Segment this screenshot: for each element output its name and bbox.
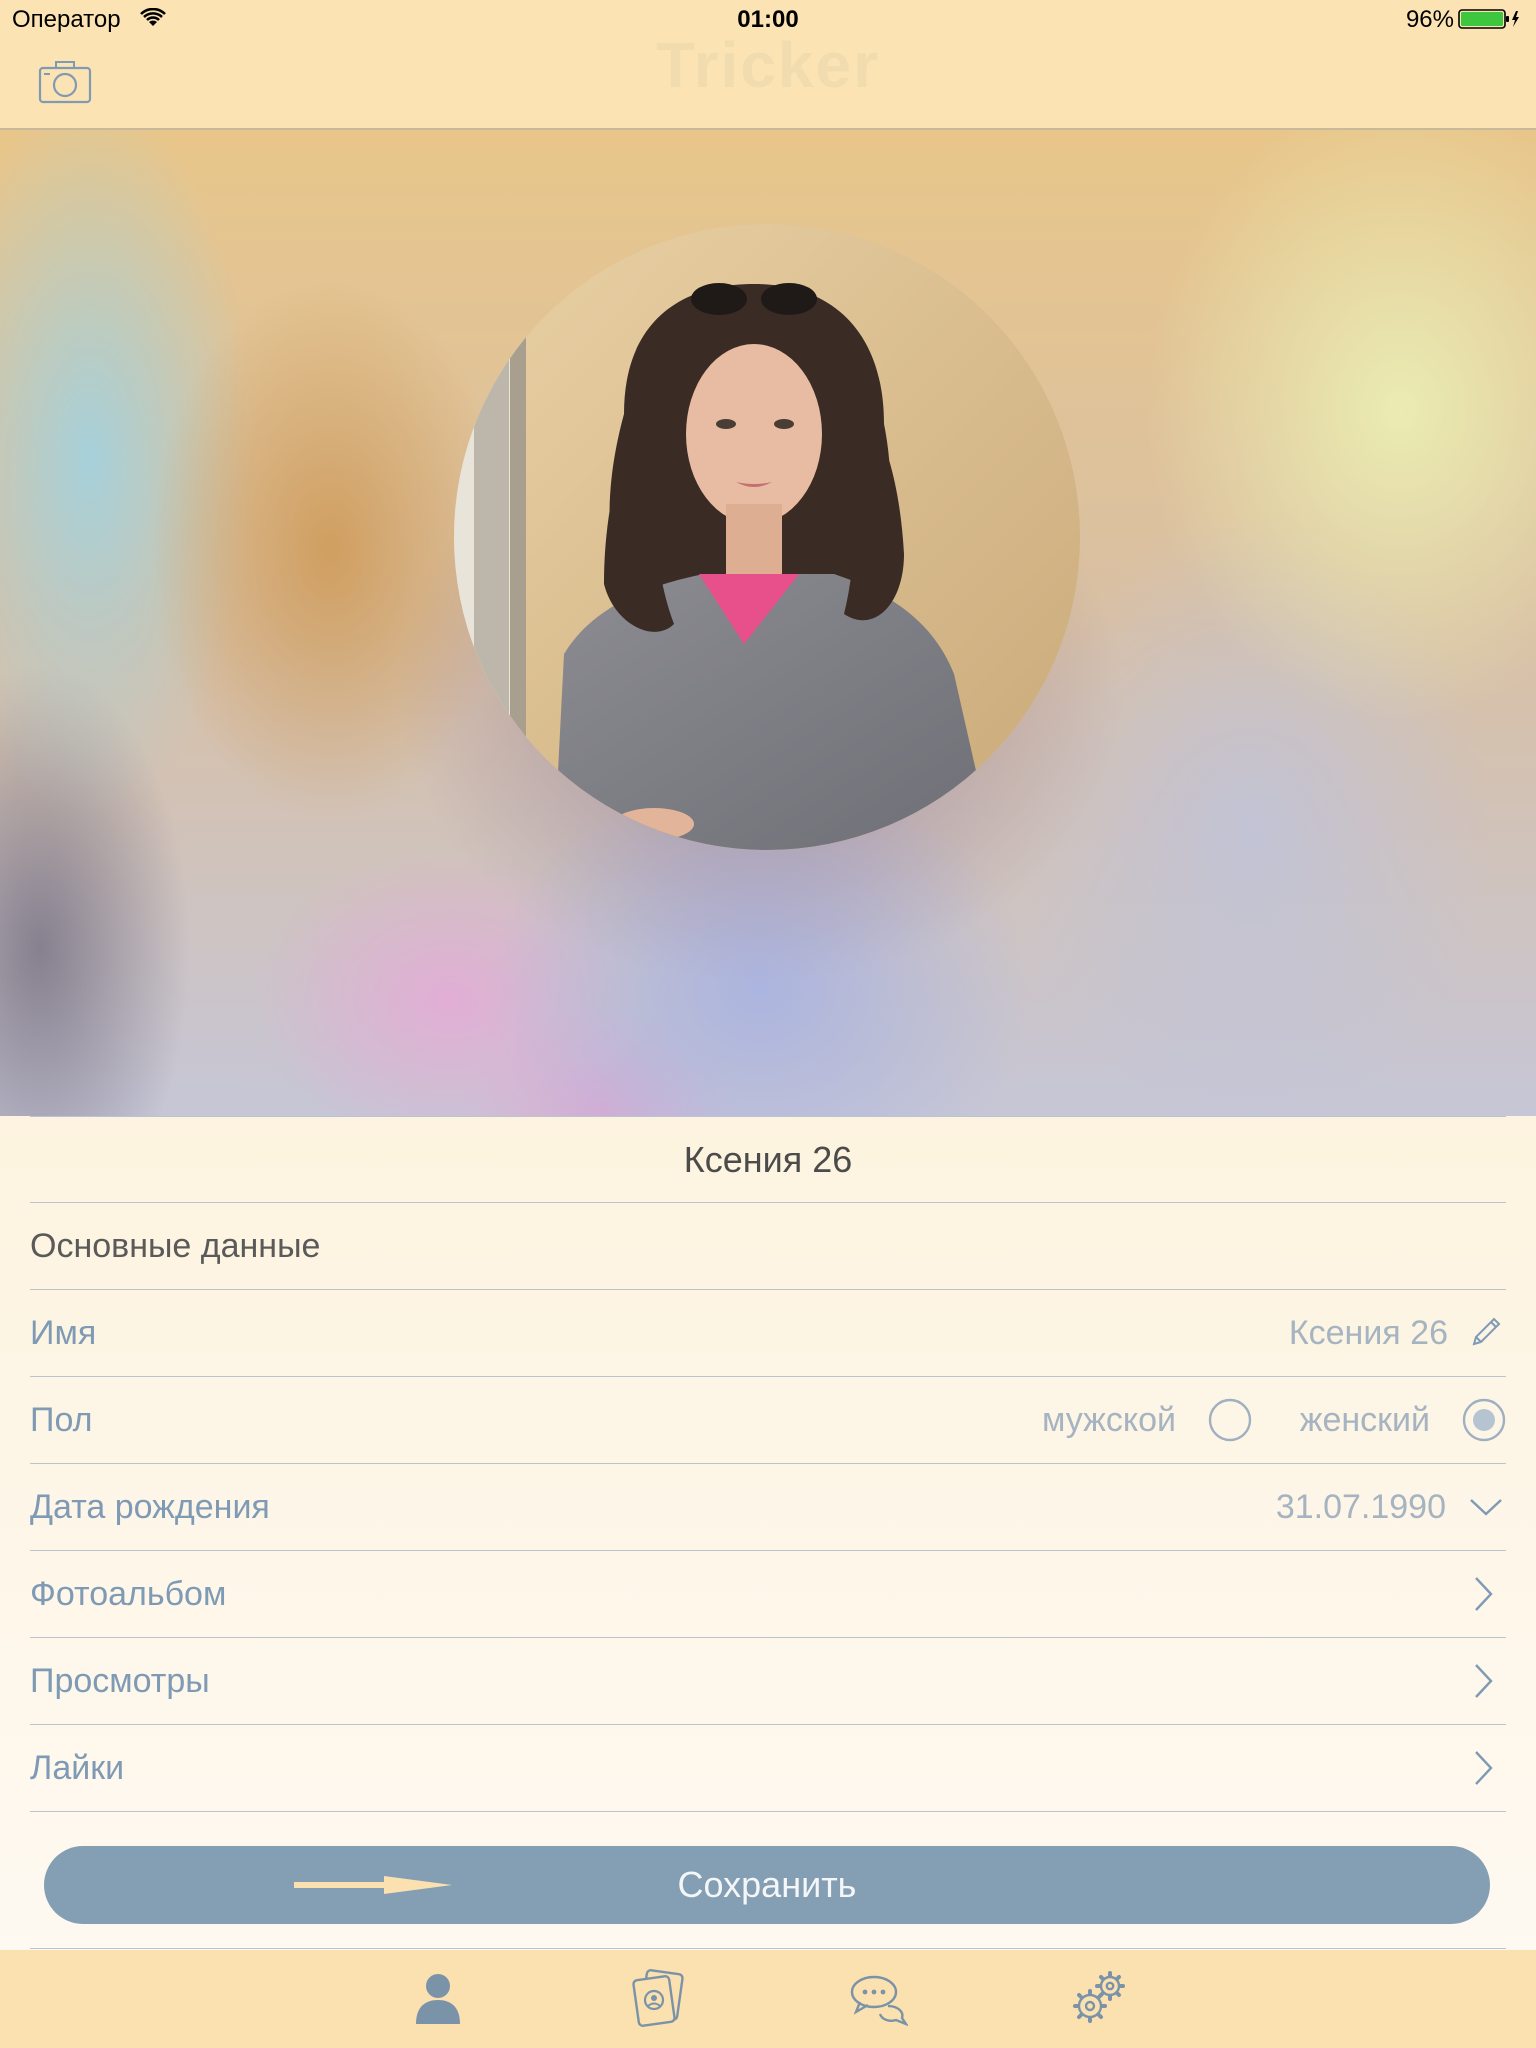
gender-row: Пол мужской женский — [30, 1377, 1506, 1464]
divider — [30, 1948, 1506, 1949]
person-icon — [416, 1974, 460, 2024]
save-button[interactable]: Сохранить — [44, 1846, 1490, 1924]
birth-date-row[interactable]: Дата рождения 31.07.1990 — [30, 1464, 1506, 1551]
radio-female[interactable] — [1462, 1398, 1506, 1442]
gender-label: Пол — [30, 1401, 93, 1439]
avatar[interactable] — [454, 224, 1080, 850]
profile-hero — [0, 130, 1536, 1116]
battery-icon — [1458, 9, 1519, 29]
radio-male[interactable] — [1208, 1398, 1252, 1442]
tab-settings[interactable] — [1068, 1968, 1128, 2028]
tab-bar — [0, 1950, 1536, 2048]
likes-label: Лайки — [30, 1749, 125, 1787]
chevron-right-icon — [1475, 1577, 1493, 1611]
pencil-icon[interactable] — [1468, 1314, 1504, 1350]
section-header: Основные данные — [30, 1227, 321, 1265]
tab-chat[interactable] — [848, 1968, 908, 2028]
chat-bubbles-icon — [850, 1975, 908, 2027]
birth-date-value[interactable]: 31.07.1990 — [1276, 1488, 1446, 1527]
save-button-label: Сохранить — [677, 1864, 857, 1905]
views-label: Просмотры — [30, 1662, 210, 1700]
profile-form: Ксения 26 Основные данные Имя Ксения 26 … — [30, 1116, 1506, 1812]
chevron-right-icon — [1475, 1751, 1493, 1785]
photo-album-row[interactable]: Фотоальбом — [30, 1551, 1506, 1638]
nav-bar: Tricker — [0, 29, 1536, 130]
section-header-row: Основные данные — [30, 1203, 1506, 1290]
tab-profile[interactable] — [408, 1968, 468, 2028]
name-value[interactable]: Ксения 26 — [1289, 1314, 1448, 1353]
name-label: Имя — [30, 1314, 97, 1352]
avatar-photo — [454, 224, 1080, 850]
likes-row[interactable]: Лайки — [30, 1725, 1506, 1812]
gender-female-label: женский — [1299, 1401, 1430, 1439]
gender-male-label: мужской — [1041, 1401, 1176, 1439]
user-title: Ксения 26 — [683, 1139, 853, 1180]
cards-icon — [632, 1969, 684, 2027]
user-title-row: Ксения 26 — [30, 1116, 1506, 1203]
app-title: Tricker — [656, 29, 880, 101]
arrow-right-icon — [294, 1876, 452, 1894]
chevron-right-icon — [1475, 1664, 1493, 1698]
views-row[interactable]: Просмотры — [30, 1638, 1506, 1725]
tab-cards[interactable] — [628, 1968, 688, 2028]
chevron-down-icon[interactable] — [1468, 1492, 1504, 1522]
name-row[interactable]: Имя Ксения 26 — [30, 1290, 1506, 1377]
birth-date-label: Дата рождения — [30, 1488, 270, 1526]
gears-icon — [1073, 1971, 1125, 2023]
photo-album-label: Фотоальбом — [30, 1575, 227, 1613]
profile-screen: Оператор 01:00 96% Tricker Ксения 26 Осн… — [0, 0, 1536, 2048]
